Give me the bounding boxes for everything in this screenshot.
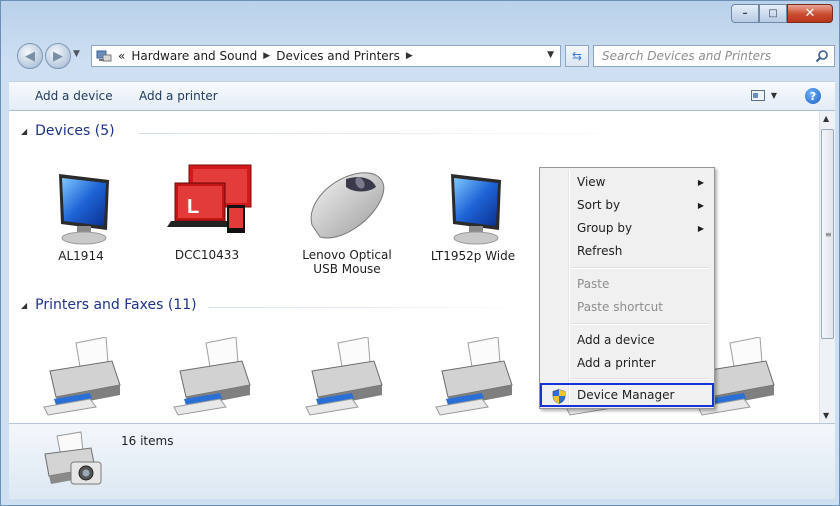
device-label: AL1914 bbox=[58, 249, 104, 263]
group-divider bbox=[139, 133, 659, 134]
device-label: Lenovo Optical USB Mouse bbox=[302, 248, 392, 276]
device-item[interactable]: AL1914 bbox=[31, 166, 131, 263]
menu-separator bbox=[570, 323, 710, 325]
minimize-icon: – bbox=[742, 8, 748, 19]
explorer-window: – □ ✕ ◀ ▶ ▼ « Hardware and Sound ▶ Devic… bbox=[0, 0, 840, 506]
menu-separator bbox=[570, 267, 710, 269]
search-input[interactable]: Search Devices and Printers bbox=[602, 49, 815, 63]
group-header-printers-and-faxes[interactable]: ◢ Printers and Faxes (11) bbox=[21, 297, 197, 313]
view-options-dropdown-icon[interactable]: ▼ bbox=[771, 91, 777, 100]
device-item[interactable]: Lenovo Optical USB Mouse bbox=[297, 163, 397, 276]
monitor-icon bbox=[59, 174, 109, 245]
vertical-scrollbar[interactable]: ▲ ≡ ▼ bbox=[819, 111, 835, 423]
maximize-button[interactable]: □ bbox=[759, 4, 787, 23]
menu-item-refresh[interactable]: Refresh bbox=[542, 241, 712, 263]
monitor-icon bbox=[451, 174, 501, 245]
menu-item-label: Paste bbox=[577, 277, 610, 291]
device-label: LT1952p Wide bbox=[430, 249, 516, 263]
menu-item-label: View bbox=[577, 175, 606, 189]
forward-button[interactable]: ▶ bbox=[45, 43, 71, 69]
printer-item[interactable] bbox=[427, 336, 527, 420]
menu-item-label: Group by bbox=[577, 221, 633, 235]
address-dropdown-icon[interactable]: ▼ bbox=[547, 50, 554, 60]
menu-item-group-by[interactable]: Group by ▶ bbox=[542, 218, 712, 240]
change-view-icon[interactable] bbox=[751, 90, 765, 101]
submenu-arrow-icon: ▶ bbox=[697, 178, 704, 187]
scroll-up-icon[interactable]: ▲ bbox=[823, 114, 829, 123]
refresh-button[interactable]: ⇆ bbox=[565, 45, 589, 67]
scrollbar-thumb[interactable]: ≡ bbox=[821, 129, 834, 339]
printer-item[interactable] bbox=[35, 336, 135, 420]
item-count: 16 items bbox=[121, 434, 174, 448]
search-box[interactable]: Search Devices and Printers bbox=[593, 45, 835, 67]
refresh-icon: ⇆ bbox=[571, 49, 583, 63]
menu-item-label: Paste shortcut bbox=[577, 300, 663, 314]
recent-pages-dropdown[interactable]: ▼ bbox=[73, 49, 80, 59]
search-icon[interactable] bbox=[815, 49, 829, 63]
menu-item-label: Sort by bbox=[577, 198, 621, 212]
printer-icon bbox=[173, 336, 251, 416]
menu-item-add-a-printer[interactable]: Add a printer bbox=[542, 353, 712, 375]
svg-text:L: L bbox=[187, 196, 199, 218]
group-title: Printers and Faxes (11) bbox=[35, 297, 197, 313]
group-divider bbox=[209, 307, 539, 308]
laptop-phone-icon: L bbox=[167, 164, 252, 233]
add-device-button[interactable]: Add a device bbox=[35, 89, 113, 103]
address-bar[interactable]: « Hardware and Sound ▶ Devices and Print… bbox=[91, 45, 561, 67]
device-label: DCC10433 bbox=[174, 248, 240, 262]
back-arrow-icon: ◀ bbox=[25, 48, 35, 64]
context-menu: View ▶ Sort by ▶ Group by ▶ Refresh Past… bbox=[539, 167, 715, 409]
collapse-arrow-icon[interactable]: ◢ bbox=[21, 127, 27, 136]
close-button[interactable]: ✕ bbox=[787, 4, 833, 23]
printer-icon bbox=[43, 336, 121, 416]
minimize-button[interactable]: – bbox=[731, 4, 759, 23]
menu-item-label: Refresh bbox=[577, 244, 623, 258]
printer-item[interactable] bbox=[165, 336, 265, 420]
navigation-bar: ◀ ▶ ▼ « Hardware and Sound ▶ Devices and… bbox=[17, 43, 835, 71]
breadcrumb-overflow[interactable]: « bbox=[118, 49, 125, 63]
grip-icon: ≡ bbox=[825, 230, 832, 239]
device-item[interactable]: L DCC10433 bbox=[157, 163, 257, 262]
details-pane: 16 items bbox=[9, 423, 835, 499]
devices-printers-icon bbox=[96, 50, 112, 62]
uac-shield-icon bbox=[552, 389, 566, 404]
group-header-devices[interactable]: ◢ Devices (5) bbox=[21, 123, 115, 139]
menu-item-paste[interactable]: Paste bbox=[542, 274, 712, 296]
collapse-arrow-icon[interactable]: ◢ bbox=[21, 301, 27, 310]
back-button[interactable]: ◀ bbox=[17, 43, 43, 69]
add-printer-button[interactable]: Add a printer bbox=[139, 89, 218, 103]
help-button[interactable]: ? bbox=[805, 88, 821, 104]
menu-item-add-a-device[interactable]: Add a device bbox=[542, 330, 712, 352]
submenu-arrow-icon: ▶ bbox=[697, 201, 704, 210]
breadcrumb-devices-and-printers[interactable]: Devices and Printers bbox=[276, 49, 400, 63]
forward-arrow-icon: ▶ bbox=[53, 48, 63, 64]
menu-item-label: Device Manager bbox=[577, 388, 675, 402]
mouse-icon bbox=[310, 172, 385, 239]
menu-item-label: Add a device bbox=[577, 333, 655, 347]
printer-icon bbox=[435, 336, 513, 416]
menu-item-view[interactable]: View ▶ bbox=[542, 172, 712, 194]
command-bar: Add a device Add a printer ▼ ? bbox=[9, 81, 835, 111]
help-icon: ? bbox=[809, 89, 817, 103]
breadcrumb-separator-icon[interactable]: ▶ bbox=[263, 51, 270, 61]
breadcrumb-separator-icon[interactable]: ▶ bbox=[406, 51, 413, 61]
submenu-arrow-icon: ▶ bbox=[697, 224, 704, 233]
menu-item-device-manager[interactable]: Device Manager bbox=[540, 383, 714, 407]
breadcrumb-hardware-and-sound[interactable]: Hardware and Sound bbox=[131, 49, 257, 63]
maximize-icon: □ bbox=[768, 8, 778, 19]
window-controls: – □ ✕ bbox=[731, 4, 833, 23]
printer-item[interactable] bbox=[297, 336, 397, 420]
title-bar[interactable]: – □ ✕ bbox=[1, 1, 839, 37]
device-item[interactable]: LT1952p Wide bbox=[423, 166, 523, 263]
menu-separator bbox=[570, 378, 710, 380]
printer-icon bbox=[305, 336, 383, 416]
menu-item-label: Add a printer bbox=[577, 356, 656, 370]
printer-camera-icon bbox=[44, 431, 102, 485]
close-icon: ✕ bbox=[804, 6, 816, 21]
scroll-down-icon[interactable]: ▼ bbox=[823, 411, 829, 420]
menu-item-sort-by[interactable]: Sort by ▶ bbox=[542, 195, 712, 217]
group-title: Devices (5) bbox=[35, 123, 115, 139]
menu-item-paste-shortcut[interactable]: Paste shortcut bbox=[542, 297, 712, 319]
